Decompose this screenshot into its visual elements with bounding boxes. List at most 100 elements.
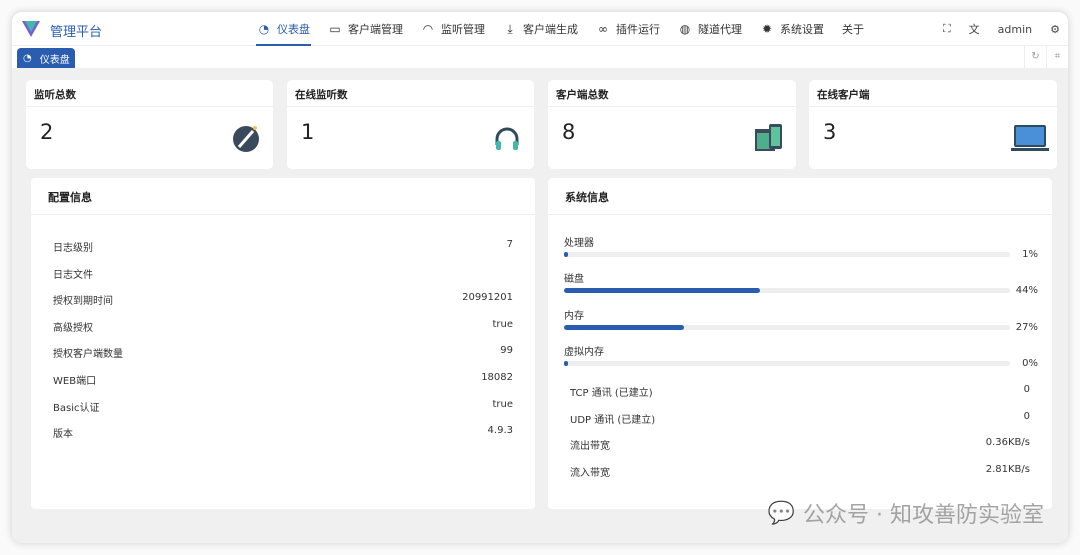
system-key: UDP 通讯 (已建立)	[570, 414, 656, 426]
metric-percent: 0%	[1022, 357, 1038, 369]
tab-bar: ◔ 仪表盘 ↻ ⌗	[12, 46, 1068, 68]
config-row: 授权客户端数量 99	[53, 345, 513, 360]
nav-item-0[interactable]: ◔ 仪表盘	[248, 12, 319, 46]
tab-dashboard[interactable]: ◔ 仪表盘	[17, 48, 75, 68]
metric-percent: 1%	[1022, 249, 1038, 260]
system-value: 0	[1023, 384, 1030, 395]
config-row: 授权到期时间 20991201	[53, 292, 513, 307]
logo-icon	[22, 21, 40, 37]
progress-fill	[564, 288, 761, 294]
system-row: UDP 通讯 (已建立) 0	[570, 411, 1030, 426]
progress-bar	[564, 252, 1010, 257]
config-value: 18082	[481, 372, 513, 383]
metric-percent: 27%	[1015, 321, 1038, 333]
stat-title: 客户端总数	[548, 80, 796, 107]
config-panel: 配置信息 日志级别 7 日志文件授权到期时间 20991201 高级授权 true 授权客户…	[31, 178, 535, 509]
translate-icon[interactable]: 文	[969, 21, 980, 37]
config-value: 7	[506, 239, 513, 250]
config-value: 99	[500, 345, 513, 357]
system-key: 流出带宽	[570, 441, 610, 452]
nav-label: 系统设置	[780, 23, 824, 36]
metric-label: 内存	[564, 310, 584, 322]
metric-label: 处理器	[564, 238, 594, 249]
app-window: 管理平台 ◔ 仪表盘 ▭ 客户端管理 ◠ 监听管理 ⤓ 客户端生成 ∞ 插件运行 ◍ 隧道代理 ✹ 系统设…	[12, 12, 1068, 543]
stat-title: 在线监听数	[287, 80, 534, 107]
config-value: true	[492, 398, 513, 410]
watermark: 💬 公众号 · 知攻善防实验室	[768, 497, 1044, 529]
config-key: WEB端口	[53, 376, 97, 387]
stat-value: 2	[40, 120, 54, 144]
system-panel: 系统信息 处理器 1% 磁盘 44% 内存 27% 虚拟内存 0% TCP 通讯 (已建立) 0 U…	[548, 178, 1052, 509]
stat-card-clients: 客户端总数 8	[548, 80, 796, 169]
nav-label: 插件运行	[616, 23, 660, 36]
system-key: TCP 通讯 (已建立)	[570, 388, 653, 399]
nav-item-1[interactable]: ▭ 客户端管理	[319, 12, 412, 46]
stat-title: 监听总数	[26, 80, 273, 107]
gear-icon: ✹	[761, 22, 773, 36]
system-row: 流入带宽 2.81KB/s	[570, 464, 1030, 479]
config-key: Basic认证	[53, 402, 100, 414]
nav-item-7[interactable]: 关于	[833, 12, 873, 46]
config-key: 授权到期时间	[53, 296, 113, 308]
dashboard-icon: ◔	[23, 52, 32, 64]
config-value: 4.9.3	[487, 425, 513, 437]
nav-item-4[interactable]: ∞ 插件运行	[587, 12, 669, 46]
metric-label: 磁盘	[564, 274, 584, 286]
stat-card-online-clients: 在线客户端 3	[809, 80, 1057, 169]
stat-value: 3	[823, 120, 837, 144]
config-value: true	[492, 318, 513, 330]
config-row: 日志级别 7	[53, 239, 513, 254]
config-key: 高级授权	[53, 322, 93, 334]
metric-percent: 44%	[1015, 285, 1038, 297]
stat-card-listeners: 监听总数 2	[26, 80, 273, 169]
settings-icon[interactable]: ⚙	[1050, 23, 1060, 36]
watermark-text: 公众号 · 知攻善防实验室	[803, 503, 1044, 528]
nav-item-5[interactable]: ◍ 隧道代理	[669, 12, 751, 46]
config-row: Basic认证 true	[53, 399, 513, 414]
dashboard-icon: ◔	[258, 22, 270, 36]
panel-title: 配置信息	[31, 178, 535, 215]
main-nav: ◔ 仪表盘 ▭ 客户端管理 ◠ 监听管理 ⤓ 客户端生成 ∞ 插件运行 ◍ 隧道代理 ✹ 系统设置 关于	[248, 12, 873, 46]
system-value: 0.36KB/s	[985, 437, 1030, 448]
stat-card-online-listeners: 在线监听数 1	[287, 80, 534, 169]
progress-fill	[564, 324, 685, 330]
fullscreen-icon[interactable]: ⛶	[943, 22, 951, 36]
system-row: 流出带宽 0.36KB/s	[570, 437, 1030, 452]
nav-label: 监听管理	[441, 23, 485, 36]
nav-item-2[interactable]: ◠ 监听管理	[412, 12, 494, 46]
wechat-icon: 💬	[767, 500, 796, 526]
progress-bar	[564, 288, 1010, 294]
user-menu[interactable]: admin	[998, 23, 1032, 36]
stat-value: 8	[562, 120, 576, 144]
download-icon: ⤓	[507, 22, 513, 36]
panel-title: 系统信息	[548, 178, 1052, 215]
maximize-icon[interactable]: ⌗	[1046, 46, 1068, 68]
magic-wand-icon	[233, 126, 259, 152]
config-key: 日志级别	[53, 243, 93, 254]
monitor-icon: ▭	[329, 22, 341, 36]
metric-label: 虚拟内存	[564, 346, 604, 358]
nav-label: 仪表盘	[277, 23, 310, 36]
system-value: 0	[1023, 410, 1030, 422]
system-value: 2.81KB/s	[985, 463, 1030, 475]
nav-item-6[interactable]: ✹ 系统设置	[751, 12, 833, 46]
top-bar: 管理平台 ◔ 仪表盘 ▭ 客户端管理 ◠ 监听管理 ⤓ 客户端生成 ∞ 插件运行 ◍ 隧道代理 ✹ 系统设…	[12, 12, 1068, 46]
config-row: 日志文件	[53, 266, 513, 281]
progress-fill	[564, 360, 569, 366]
progress-bar	[564, 324, 1010, 330]
config-row: 版本 4.9.3	[53, 425, 513, 440]
link-icon: ∞	[598, 22, 608, 36]
nav-item-3[interactable]: ⤓ 客户端生成	[494, 12, 587, 46]
progress-fill	[564, 252, 569, 257]
progress-bar	[564, 360, 1010, 366]
stat-value: 1	[301, 120, 315, 144]
nav-label: 关于	[842, 23, 864, 36]
refresh-icon[interactable]: ↻	[1024, 46, 1046, 68]
nav-label: 客户端生成	[523, 23, 578, 36]
config-key: 日志文件	[53, 269, 93, 281]
globe-icon: ◍	[679, 22, 691, 36]
tab-label: 仪表盘	[39, 54, 70, 66]
config-key: 授权客户端数量	[53, 349, 123, 361]
system-key: 流入带宽	[570, 467, 610, 479]
config-row: WEB端口 18082	[53, 372, 513, 387]
